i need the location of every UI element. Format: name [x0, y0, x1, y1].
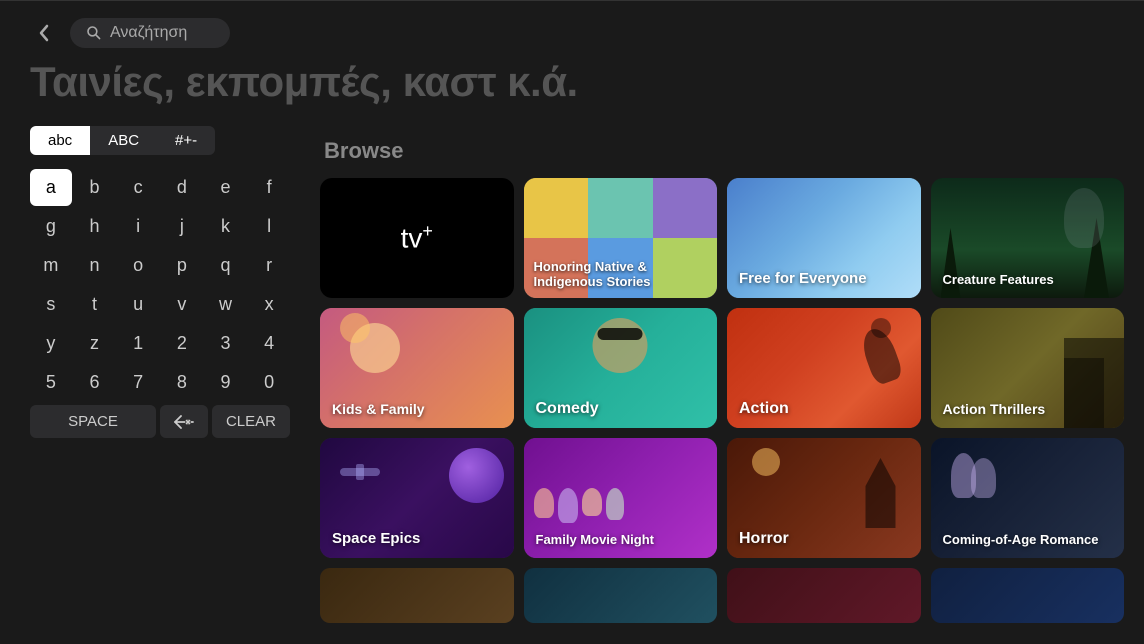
comedy-label: Comedy — [536, 399, 599, 418]
key-p[interactable]: p — [161, 247, 203, 284]
card-creature[interactable]: Creature Features — [931, 178, 1125, 298]
key-a[interactable]: a — [30, 169, 72, 206]
card-row4c[interactable] — [727, 568, 921, 623]
browse-grid-row3: Space Epics Family Movie Night — [320, 438, 1124, 558]
browse-grid-row4 — [320, 568, 1124, 623]
tab-symbols[interactable]: #+- — [157, 126, 215, 155]
free-label: Free for Everyone — [739, 270, 867, 288]
key-f[interactable]: f — [248, 169, 290, 206]
key-w[interactable]: w — [205, 286, 247, 323]
key-row-2: g h i j k l — [30, 208, 290, 245]
action-label: Action — [739, 399, 789, 418]
key-2[interactable]: 2 — [161, 325, 203, 362]
card-family-night[interactable]: Family Movie Night — [524, 438, 718, 558]
key-8[interactable]: 8 — [161, 364, 203, 401]
key-t[interactable]: t — [74, 286, 116, 323]
page-title: Ταινίες, εκπομπές, καστ κ.ά. — [0, 58, 1144, 126]
keyboard-bottom-row: SPACE CLEAR — [30, 405, 290, 438]
honoring-label: Honoring Native & Indigenous Stories — [534, 259, 718, 290]
browse-title: Browse — [320, 138, 1124, 164]
key-7[interactable]: 7 — [117, 364, 159, 401]
creature-label: Creature Features — [943, 272, 1054, 288]
card-kids[interactable]: Kids & Family — [320, 308, 514, 428]
key-row-5: y z 1 2 3 4 — [30, 325, 290, 362]
card-coming-age[interactable]: Coming-of-Age Romance — [931, 438, 1125, 558]
key-v[interactable]: v — [161, 286, 203, 323]
browse-grid-row2: Kids & Family Comedy Action — [320, 308, 1124, 428]
key-1[interactable]: 1 — [117, 325, 159, 362]
card-action[interactable]: Action — [727, 308, 921, 428]
key-y[interactable]: y — [30, 325, 72, 362]
search-label: Αναζήτηση — [110, 24, 187, 42]
action-thrillers-label: Action Thrillers — [943, 401, 1046, 418]
hb1 — [524, 178, 589, 238]
key-q[interactable]: q — [205, 247, 247, 284]
card-horror[interactable]: Horror — [727, 438, 921, 558]
browse-panel: Browse tv+ Honoring Native & Indigenous … — [310, 126, 1144, 644]
key-l[interactable]: l — [248, 208, 290, 245]
main-content: abc ABC #+- a b c d e f g h i j k l m n … — [0, 126, 1144, 644]
family-night-label: Family Movie Night — [536, 532, 654, 548]
browse-grid-row1: tv+ Honoring Native & Indigenous Stories… — [320, 178, 1124, 298]
key-r[interactable]: r — [248, 247, 290, 284]
key-3[interactable]: 3 — [205, 325, 247, 362]
key-j[interactable]: j — [161, 208, 203, 245]
tab-uppercase[interactable]: ABC — [90, 126, 157, 155]
search-bar[interactable]: Αναζήτηση — [70, 18, 230, 48]
key-s[interactable]: s — [30, 286, 72, 323]
key-row-1: a b c d e f — [30, 169, 290, 206]
key-x[interactable]: x — [248, 286, 290, 323]
card-row4b[interactable] — [524, 568, 718, 623]
clear-key[interactable]: CLEAR — [212, 405, 290, 438]
space-label: Space Epics — [332, 530, 420, 548]
key-9[interactable]: 9 — [205, 364, 247, 401]
key-0[interactable]: 0 — [248, 364, 290, 401]
search-icon — [86, 25, 102, 41]
horror-label: Horror — [739, 529, 789, 548]
key-b[interactable]: b — [74, 169, 116, 206]
key-m[interactable]: m — [30, 247, 72, 284]
key-d[interactable]: d — [161, 169, 203, 206]
key-row-6: 5 6 7 8 9 0 — [30, 364, 290, 401]
key-o[interactable]: o — [117, 247, 159, 284]
key-row-3: m n o p q r — [30, 247, 290, 284]
key-n[interactable]: n — [74, 247, 116, 284]
key-k[interactable]: k — [205, 208, 247, 245]
key-row-4: s t u v w x — [30, 286, 290, 323]
card-appletv[interactable]: tv+ — [320, 178, 514, 298]
key-e[interactable]: e — [205, 169, 247, 206]
key-5[interactable]: 5 — [30, 364, 72, 401]
key-g[interactable]: g — [30, 208, 72, 245]
key-u[interactable]: u — [117, 286, 159, 323]
card-row4d[interactable] — [931, 568, 1125, 623]
key-h[interactable]: h — [74, 208, 116, 245]
hb2 — [588, 178, 653, 238]
card-honoring[interactable]: Honoring Native & Indigenous Stories — [524, 178, 718, 298]
backspace-key[interactable] — [160, 405, 208, 438]
key-i[interactable]: i — [117, 208, 159, 245]
kids-label: Kids & Family — [332, 401, 425, 418]
card-space[interactable]: Space Epics — [320, 438, 514, 558]
card-row4a[interactable] — [320, 568, 514, 623]
key-6[interactable]: 6 — [74, 364, 116, 401]
card-free[interactable]: Free for Everyone — [727, 178, 921, 298]
coming-age-label: Coming-of-Age Romance — [943, 532, 1099, 548]
keyboard-panel: abc ABC #+- a b c d e f g h i j k l m n … — [0, 126, 310, 644]
keyboard-tabs: abc ABC #+- — [30, 126, 290, 155]
tab-lowercase[interactable]: abc — [30, 126, 90, 155]
key-4[interactable]: 4 — [248, 325, 290, 362]
header: Αναζήτηση — [0, 0, 1144, 58]
back-button[interactable] — [30, 19, 58, 47]
key-z[interactable]: z — [74, 325, 116, 362]
space-key[interactable]: SPACE — [30, 405, 156, 438]
card-comedy[interactable]: Comedy — [524, 308, 718, 428]
key-c[interactable]: c — [117, 169, 159, 206]
hb3 — [653, 178, 718, 238]
card-action-thrillers[interactable]: Action Thrillers — [931, 308, 1125, 428]
